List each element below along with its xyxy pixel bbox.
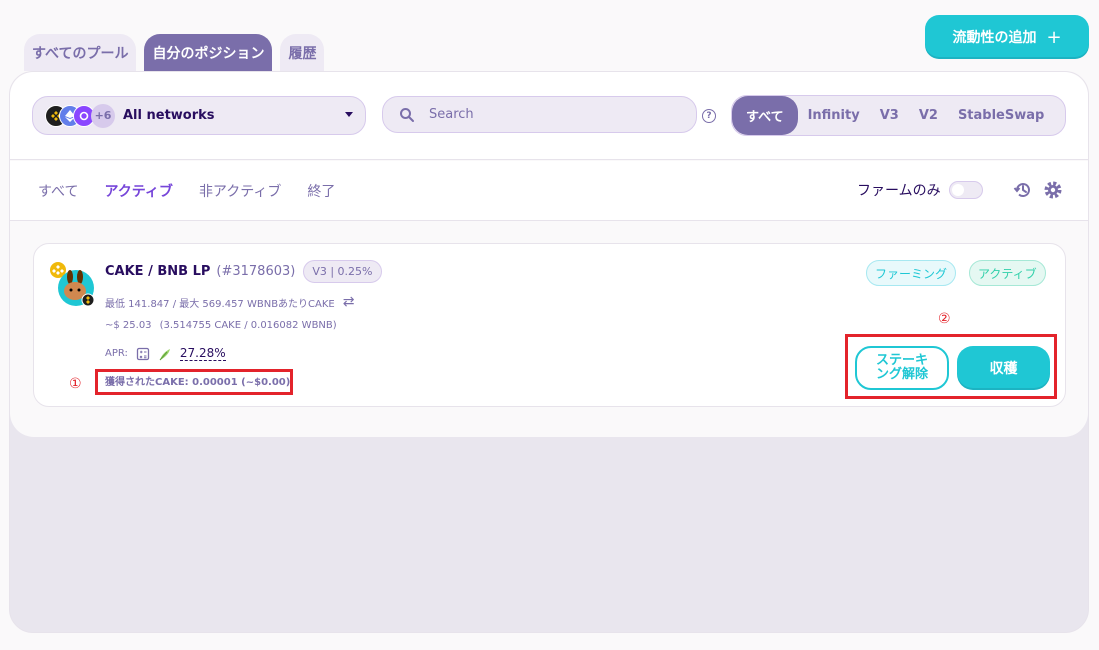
search-box — [382, 96, 697, 133]
history-icon[interactable] — [1013, 180, 1033, 200]
apr-value[interactable]: 27.28% — [179, 346, 226, 361]
protocol-v2[interactable]: V2 — [909, 96, 948, 135]
farm-only-label: ファームのみ — [857, 183, 941, 199]
position-id: (#3178603) — [216, 264, 296, 279]
position-pair[interactable]: CAKE / BNB LP — [105, 264, 210, 279]
status-tabs: すべて アクティブ 非アクティブ 終了 — [38, 181, 335, 201]
cake-bnb-token-icon — [50, 262, 95, 307]
price-range: 最低 141.847 / 最大 569.457 WBNBあたりCAKE ⇄ — [105, 294, 355, 310]
position-title: CAKE / BNB LP (#3178603) V3 | 0.25% — [105, 260, 382, 283]
calculator-icon[interactable] — [136, 347, 150, 361]
protocol-all[interactable]: すべて — [732, 96, 798, 135]
annotation-box-buttons — [845, 334, 1057, 399]
network-icons: +6 — [45, 103, 121, 129]
app-root: すべてのプール 自分のポジション 履歴 流動性の追加 + +6 All netw… — [0, 0, 1099, 650]
help-icon[interactable]: ? — [702, 109, 716, 123]
status-filter-bar: すべて アクティブ 非アクティブ 終了 ファームのみ — [10, 161, 1088, 221]
farm-only-toggle[interactable] — [948, 181, 983, 199]
add-liquidity-label: 流動性の追加 — [952, 30, 1037, 46]
protocol-filter: すべて Infinity V3 V2 StableSwap — [731, 95, 1066, 136]
annotation-number-one: ① — [69, 376, 82, 392]
farm-only-filter: ファームのみ — [857, 180, 983, 200]
search-input[interactable] — [429, 107, 669, 122]
tab-my-positions[interactable]: 自分のポジション — [144, 34, 273, 71]
status-all[interactable]: すべて — [38, 181, 78, 201]
plus-icon: + — [1046, 26, 1062, 48]
protocol-v3[interactable]: V3 — [870, 96, 909, 135]
main-tabs: すべてのプール 自分のポジション 履歴 — [24, 34, 325, 71]
network-select[interactable]: +6 All networks — [32, 96, 366, 135]
tab-all-pools[interactable]: すべてのプール — [24, 34, 137, 71]
swap-arrows-icon[interactable]: ⇄ — [343, 294, 355, 310]
status-inactive[interactable]: 非アクティブ — [199, 181, 281, 201]
network-label: All networks — [123, 108, 215, 123]
position-value-usd: ~$ 25.03 — [105, 320, 152, 331]
tab-history[interactable]: 履歴 — [280, 34, 325, 71]
status-closed[interactable]: 終了 — [307, 181, 335, 201]
annotation-box-earned — [95, 369, 293, 395]
status-active[interactable]: アクティブ — [104, 181, 172, 201]
apr-label: APR: — [105, 348, 128, 359]
network-extra-count: +6 — [91, 103, 115, 128]
search-icon — [400, 107, 414, 122]
protocol-infinity[interactable]: Infinity — [798, 96, 870, 135]
apr-row: APR: 27.28% — [105, 346, 226, 361]
annotation-number-two: ② — [938, 311, 951, 327]
farm-leaf-icon — [159, 348, 170, 360]
position-value-tokens: (3.514755 CAKE / 0.016082 WBNB) — [159, 320, 337, 331]
farming-badge: ファーミング — [866, 260, 957, 286]
active-badge: アクティブ — [969, 260, 1046, 286]
position-value: ~$ 25.03 (3.514755 CAKE / 0.016082 WBNB) — [105, 320, 337, 331]
protocol-stableswap[interactable]: StableSwap — [948, 96, 1054, 135]
version-fee-badge: V3 | 0.25% — [303, 260, 382, 283]
price-range-text: 最低 141.847 / 最大 569.457 WBNBあたりCAKE — [105, 298, 335, 310]
gear-icon[interactable] — [1043, 180, 1063, 200]
chevron-down-icon — [345, 112, 353, 117]
add-liquidity-button[interactable]: 流動性の追加 + — [925, 15, 1089, 59]
filter-bar: +6 All networks ? すべて Infinity V3 V2 Sta… — [10, 72, 1088, 160]
